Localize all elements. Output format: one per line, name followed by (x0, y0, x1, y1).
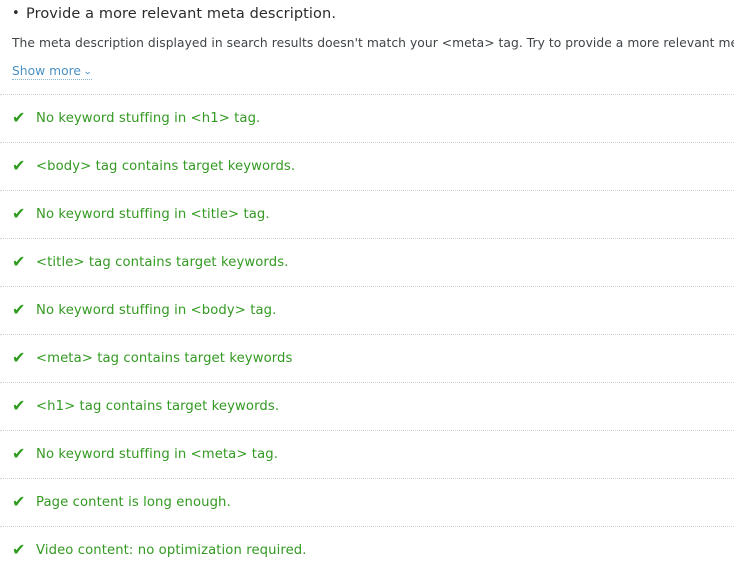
show-more-label: Show more (12, 64, 81, 78)
chevron-down-icon: ⌄ (83, 66, 93, 77)
check-row: ✔ No keyword stuffing in <body> tag. (0, 286, 734, 334)
check-icon: ✔ (12, 251, 26, 271)
check-row-label: No keyword stuffing in <body> tag. (36, 302, 277, 318)
check-row: ✔ <body> tag contains target keywords. (0, 142, 734, 190)
issue-title: • Provide a more relevant meta descripti… (12, 0, 724, 23)
check-icon: ✔ (12, 107, 26, 127)
check-row: ✔ Video content: no optimization required… (0, 526, 734, 574)
check-row: ✔ <title> tag contains target keywords. (0, 238, 734, 286)
check-row-label: No keyword stuffing in <h1> tag. (36, 110, 261, 126)
check-icon: ✔ (12, 203, 26, 223)
check-row: ✔ <meta> tag contains target keywords (0, 334, 734, 382)
check-list: ✔ No keyword stuffing in <h1> tag. ✔ <body>… (0, 94, 734, 574)
check-icon: ✔ (12, 395, 26, 415)
check-row-label: <meta> tag contains target keywords (36, 350, 293, 366)
check-icon: ✔ (12, 539, 26, 559)
show-more-wrap: Show more ⌄ (12, 60, 724, 80)
check-row-label: Page content is long enough. (36, 494, 231, 510)
seo-audit-panel: • Provide a more relevant meta descripti… (0, 0, 734, 566)
check-row-label: <h1> tag contains target keywords. (36, 398, 280, 414)
check-row-label: No keyword stuffing in <title> tag. (36, 206, 270, 222)
issue-block: • Provide a more relevant meta descripti… (0, 0, 734, 80)
check-row-label: <body> tag contains target keywords. (36, 158, 296, 174)
check-row: ✔ No keyword stuffing in <meta> tag. (0, 430, 734, 478)
check-icon: ✔ (12, 347, 26, 367)
show-more-link[interactable]: Show more ⌄ (12, 64, 92, 80)
issue-title-text: Provide a more relevant meta description… (26, 6, 337, 22)
check-row-label: <title> tag contains target keywords. (36, 254, 289, 270)
check-icon: ✔ (12, 443, 26, 463)
check-icon: ✔ (12, 155, 26, 175)
check-icon: ✔ (12, 299, 26, 319)
issue-description: The meta description displayed in search… (12, 36, 734, 50)
bullet-icon: • (12, 6, 20, 21)
check-row: ✔ No keyword stuffing in <h1> tag. (0, 94, 734, 142)
check-row: ✔ <h1> tag contains target keywords. (0, 382, 734, 430)
check-row: ✔ No keyword stuffing in <title> tag. (0, 190, 734, 238)
check-icon: ✔ (12, 491, 26, 511)
check-row-label: No keyword stuffing in <meta> tag. (36, 446, 279, 462)
check-row-label: Video content: no optimization required. (36, 542, 307, 558)
check-row: ✔ Page content is long enough. (0, 478, 734, 526)
